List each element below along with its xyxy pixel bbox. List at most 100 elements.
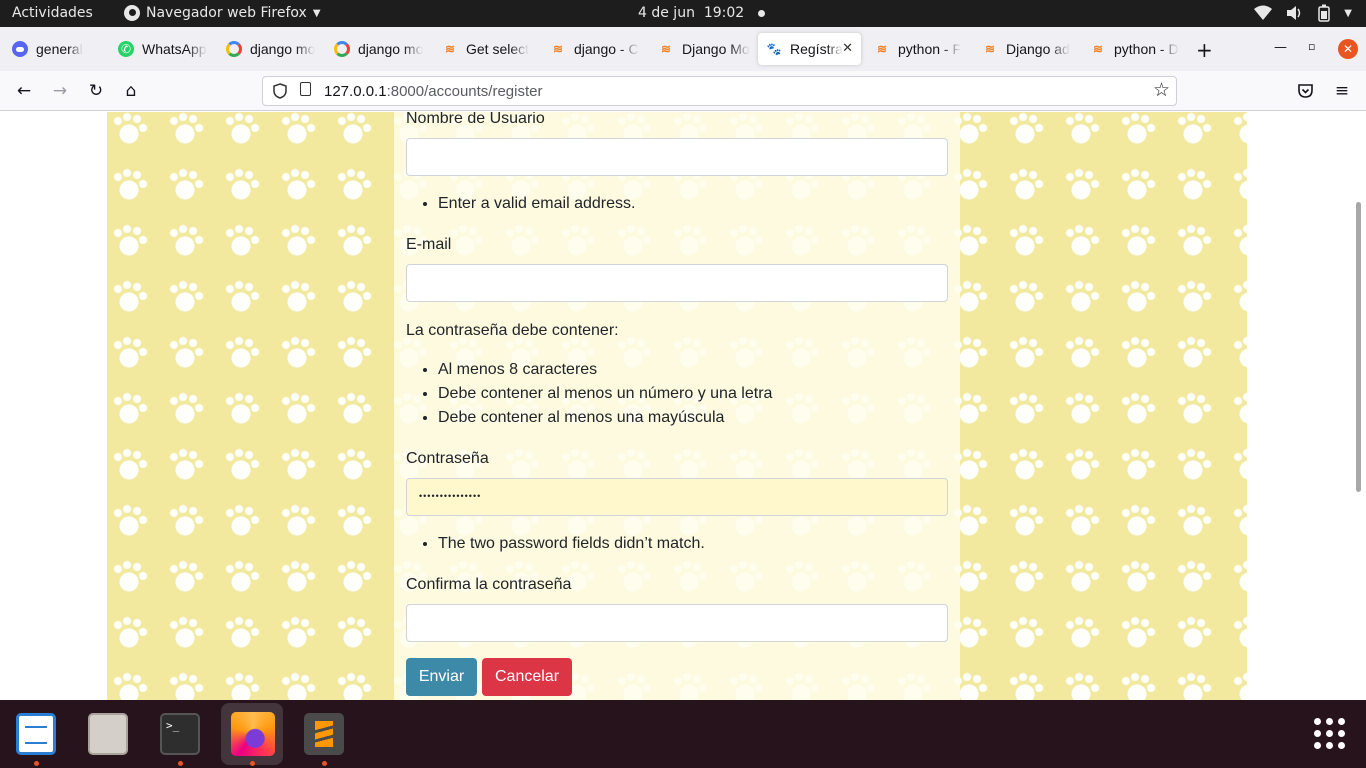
stackoverflow-icon: ≋	[660, 42, 672, 56]
app-menu[interactable]: Navegador web Firefox ▼	[124, 5, 321, 21]
stackoverflow-icon: ≋	[552, 42, 564, 56]
dock-sublime-text[interactable]	[293, 703, 355, 766]
volume-icon	[1287, 6, 1301, 20]
tab-django-google-2[interactable]: django mo	[326, 33, 430, 65]
tab-python-f[interactable]: ≋ python - F	[866, 33, 970, 65]
running-indicator	[250, 761, 255, 766]
password-value: •••••••••••••••	[419, 491, 482, 501]
shield-icon	[273, 83, 287, 99]
submit-button[interactable]: Enviar	[406, 658, 477, 696]
tab-title: Get select	[466, 41, 530, 57]
tab-register-active[interactable]: 🐾 Regístra ✕	[758, 33, 861, 65]
close-icon[interactable]: ✕	[842, 40, 853, 56]
tab-strip: general ✆ WhatsApp django mo django mo ≋…	[0, 27, 1366, 71]
dock-libreoffice-writer[interactable]	[5, 703, 67, 766]
sublime-text-icon	[304, 713, 344, 755]
page-content: Nombre de Usuario Enter a valid email ad…	[0, 112, 1366, 700]
url-path: :8000/accounts/register	[386, 83, 543, 100]
email-input[interactable]	[406, 264, 948, 302]
system-top-bar: Actividades Navegador web Firefox ▼ 4 de…	[0, 0, 1366, 27]
terminal-icon: >_	[160, 713, 200, 755]
window-close-button[interactable]: ✕	[1338, 39, 1358, 59]
show-applications-icon[interactable]	[1314, 718, 1346, 750]
paw-icon: 🐾	[766, 42, 782, 56]
tab-general[interactable]: general	[4, 33, 108, 65]
email-error-list: Enter a valid email address.	[438, 192, 635, 216]
notification-dot-icon	[758, 9, 766, 17]
password-help-title: La contraseña debe contener:	[406, 322, 619, 339]
username-input[interactable]	[406, 138, 948, 176]
username-label: Nombre de Usuario	[406, 112, 545, 127]
running-indicator	[178, 761, 183, 766]
clock-button[interactable]: 4 de jun 19:02	[638, 5, 766, 21]
scrollbar[interactable]	[1356, 202, 1361, 492]
dock: >_	[0, 700, 1366, 768]
url-bar[interactable]: 127.0.0.1:8000/accounts/register ☆	[262, 76, 1177, 106]
running-indicator	[322, 761, 327, 766]
system-tray[interactable]: ▼	[1254, 4, 1352, 22]
dock-files[interactable]	[77, 703, 139, 765]
email-label: E-mail	[406, 236, 452, 253]
tab-title: general	[36, 41, 83, 57]
cancel-button[interactable]: Cancelar	[482, 658, 572, 696]
reload-button[interactable]: ↻	[85, 80, 107, 102]
clock-date: 4 de jun	[638, 5, 695, 21]
tab-title: Django ad	[1006, 41, 1070, 57]
firefox-icon	[124, 5, 140, 21]
confirm-password-label: Confirma la contraseña	[406, 576, 572, 593]
navigation-toolbar: ← → ↻ ⌂ 127.0.0.1:8000/accounts/register…	[0, 71, 1366, 111]
tab-django-c[interactable]: ≋ django - C	[542, 33, 646, 65]
activities-button[interactable]: Actividades	[12, 5, 93, 21]
minimize-button[interactable]: —	[1274, 40, 1287, 55]
confirm-password-input[interactable]	[406, 604, 948, 642]
password-rules-list: Al menos 8 caracteres Debe contener al m…	[438, 358, 772, 430]
tab-title: django - C	[574, 41, 639, 57]
dock-terminal[interactable]: >_	[149, 703, 211, 766]
page-icon	[300, 82, 311, 96]
password-error-list: The two password fields didn’t match.	[438, 532, 705, 556]
forward-button[interactable]: →	[49, 80, 71, 102]
stackoverflow-icon: ≋	[984, 42, 996, 56]
wifi-icon	[1254, 5, 1273, 20]
tab-title: Django Mo	[682, 41, 750, 57]
tab-django-google-1[interactable]: django mo	[218, 33, 322, 65]
discord-icon	[12, 41, 28, 57]
password-mismatch-error: The two password fields didn’t match.	[438, 532, 705, 556]
email-error: Enter a valid email address.	[438, 192, 635, 216]
password-input[interactable]: •••••••••••••••	[406, 478, 948, 516]
app-menu-label: Navegador web Firefox	[146, 5, 307, 21]
whatsapp-icon: ✆	[118, 41, 134, 57]
tab-whatsapp[interactable]: ✆ WhatsApp	[110, 33, 214, 65]
stackoverflow-icon: ≋	[444, 42, 456, 56]
password-label: Contraseña	[406, 450, 489, 467]
new-tab-button[interactable]: +	[1196, 38, 1213, 62]
back-button[interactable]: ←	[13, 80, 35, 102]
tab-title: django mo	[250, 41, 316, 57]
maximize-button[interactable]: ▫	[1308, 40, 1315, 53]
chevron-down-icon: ▼	[312, 7, 321, 19]
tab-title: Regístra	[790, 41, 843, 57]
password-rule: Debe contener al menos un número y una l…	[438, 382, 772, 406]
pocket-icon[interactable]	[1297, 83, 1314, 99]
libreoffice-writer-icon	[16, 713, 56, 755]
tab-title: python - F	[898, 41, 962, 57]
dock-firefox[interactable]	[221, 703, 283, 766]
url-text: 127.0.0.1:8000/accounts/register	[324, 83, 543, 100]
menu-hamburger-icon[interactable]: ≡	[1331, 80, 1353, 102]
home-button[interactable]: ⌂	[120, 80, 142, 102]
stackoverflow-icon: ≋	[876, 42, 888, 56]
google-icon	[226, 41, 242, 57]
stackoverflow-icon: ≋	[1092, 42, 1104, 56]
tab-django-mo[interactable]: ≋ Django Mo	[650, 33, 754, 65]
google-icon	[334, 41, 350, 57]
tab-python-d[interactable]: ≋ python - D	[1082, 33, 1186, 65]
files-icon	[88, 713, 128, 755]
tab-django-ad[interactable]: ≋ Django ad	[974, 33, 1078, 65]
firefox-icon	[231, 712, 275, 756]
chevron-down-icon: ▼	[1344, 7, 1352, 19]
running-indicator	[34, 761, 39, 766]
bookmark-star-icon[interactable]: ☆	[1153, 79, 1170, 102]
url-host: 127.0.0.1	[324, 83, 387, 100]
tab-get-select[interactable]: ≋ Get select	[434, 33, 538, 65]
battery-icon	[1318, 4, 1331, 22]
